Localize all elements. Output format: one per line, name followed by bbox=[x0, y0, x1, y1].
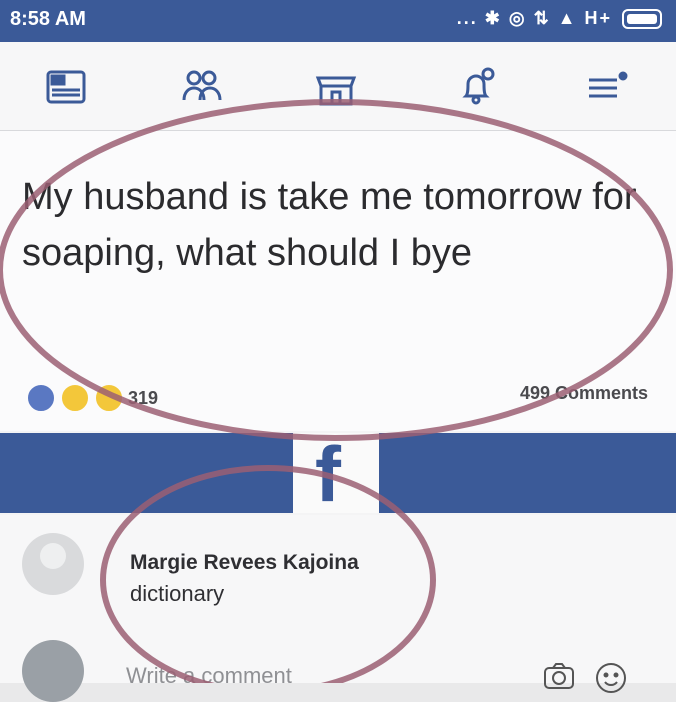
camera-icon[interactable] bbox=[542, 661, 576, 691]
status-time: 8:58 AM bbox=[10, 8, 86, 30]
user-avatar bbox=[22, 640, 84, 702]
status-indicators: ... ✱ ◎ ⇅ ▲ H+ bbox=[457, 8, 662, 29]
facebook-logo-icon: f bbox=[315, 430, 341, 518]
comment-author[interactable]: Margie Revees Kajoina bbox=[130, 551, 359, 575]
friends-icon[interactable] bbox=[178, 64, 226, 112]
like-reaction-icon bbox=[26, 383, 56, 413]
marketplace-icon[interactable] bbox=[312, 64, 360, 112]
wow-reaction-icon bbox=[94, 383, 124, 413]
commenter-avatar[interactable] bbox=[22, 533, 84, 595]
haha-reaction-icon bbox=[60, 383, 90, 413]
status-bar: 8:58 AM ... ✱ ◎ ⇅ ▲ H+ bbox=[0, 0, 676, 42]
menu-icon[interactable] bbox=[583, 64, 631, 112]
status-icons: ... ✱ ◎ ⇅ ▲ H+ bbox=[456, 8, 612, 28]
reaction-summary[interactable]: 319 bbox=[26, 383, 158, 413]
emoji-icon[interactable] bbox=[594, 661, 628, 695]
notifications-icon[interactable] bbox=[452, 64, 500, 112]
app-frame: 8:58 AM ... ✱ ◎ ⇅ ▲ H+ My husband is tak… bbox=[0, 0, 676, 702]
reaction-count: 319 bbox=[128, 387, 159, 408]
top-nav bbox=[0, 42, 676, 131]
comments-section: Margie Revees Kajoina dictionary Write a… bbox=[0, 515, 676, 702]
battery-icon bbox=[622, 8, 662, 29]
write-comment-input[interactable]: Write a comment bbox=[126, 663, 292, 689]
post-text: My husband is take me tomorrow for soapi… bbox=[22, 176, 637, 274]
comments-count[interactable]: 499 Comments bbox=[520, 383, 648, 404]
comment-body: dictionary bbox=[130, 581, 225, 606]
post-card: My husband is take me tomorrow for soapi… bbox=[0, 131, 676, 431]
news-feed-icon[interactable] bbox=[42, 64, 90, 112]
